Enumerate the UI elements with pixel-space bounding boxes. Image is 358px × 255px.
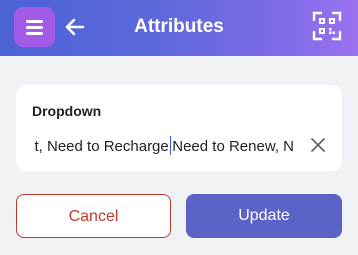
qr-scan-icon [312,11,342,41]
dropdown-input[interactable]: t, Need to Recharge Need to Renew, N [16,133,296,157]
scan-button[interactable] [312,11,342,41]
cancel-button[interactable]: Cancel [16,194,171,238]
app-header: Attributes [0,0,358,56]
dropdown-card: Dropdown t, Need to Recharge Need to Rene… [16,85,342,171]
field-label: Dropdown [32,103,102,119]
update-button[interactable]: Update [186,194,342,238]
value-after-cursor: Need to Renew, N [172,138,294,155]
close-icon [311,138,325,152]
dropdown-value: t, Need to Recharge Need to Renew, N [34,136,294,155]
page-title: Attributes [134,16,224,37]
value-before-cursor: t, Need to Recharge [34,138,169,155]
clear-button[interactable] [310,137,326,153]
